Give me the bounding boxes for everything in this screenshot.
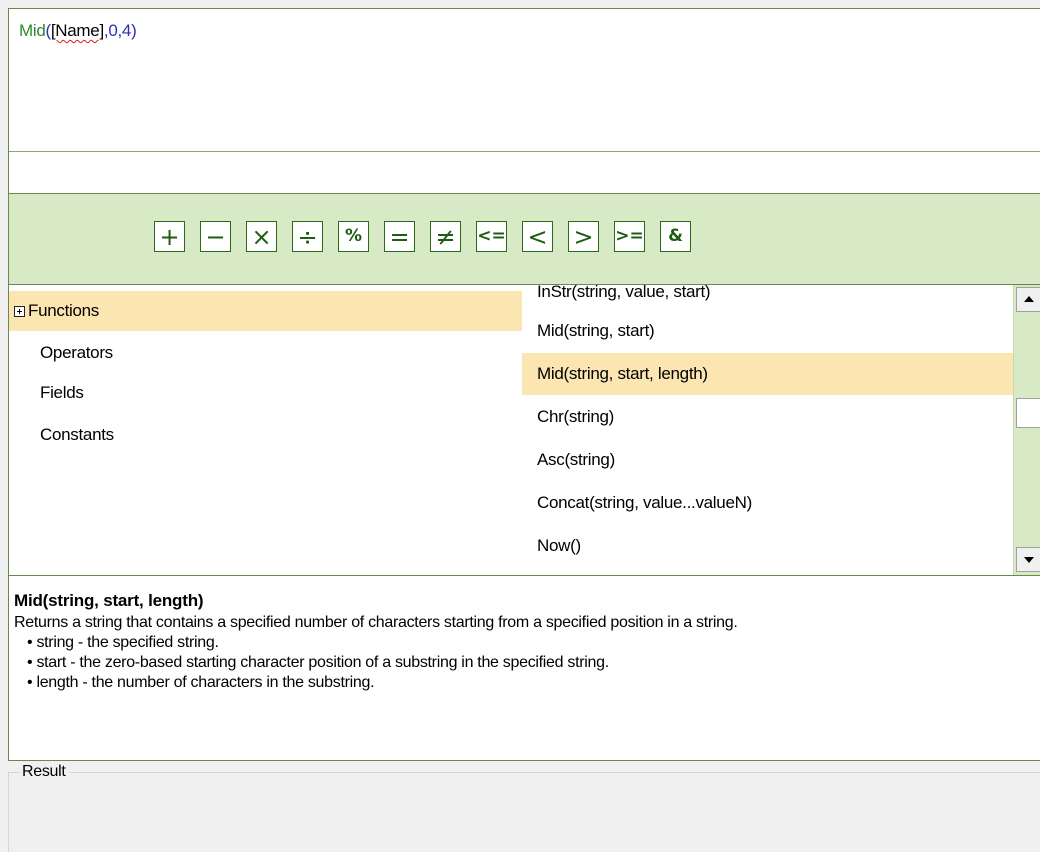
multiply-icon: × [251,222,272,251]
function-list-scrollbar[interactable] [1013,285,1040,575]
category-item-constants[interactable]: Constants [9,415,523,455]
percent-icon: % [344,226,363,246]
greater-or-equal-button[interactable]: >= [614,221,645,252]
expression-editor[interactable]: Mid([Name],0,4) [8,8,1040,194]
ampersand-button[interactable]: & [660,221,691,252]
greater-than-icon: > [573,222,594,251]
equals-button[interactable]: = [384,221,415,252]
scroll-up-icon[interactable] [1016,287,1040,312]
description-param: • start - the zero-based starting charac… [27,654,609,671]
expand-icon[interactable] [14,305,25,317]
equals-icon: = [389,222,410,251]
description-param: • length - the number of characters in t… [27,674,375,691]
category-label: Operators [40,343,113,362]
minus-icon: − [205,222,226,251]
scroll-thumb[interactable] [1016,398,1040,428]
function-item[interactable]: InStr(string, value, start) [522,285,1013,313]
less-or-equal-icon: <= [477,226,506,246]
ampersand-icon: & [668,226,683,246]
function-item[interactable]: Mid(string, start) [522,310,1013,352]
divide-button[interactable]: ÷ [292,221,323,252]
function-item[interactable]: Concat(string, value...valueN) [522,482,1013,524]
function-item[interactable]: Now() [522,525,1013,567]
less-or-equal-button[interactable]: <= [476,221,507,252]
not-equal-icon: ≠ [435,222,456,251]
category-label: Functions [28,301,100,320]
percent-button[interactable]: % [338,221,369,252]
function-item[interactable]: Asc(string) [522,439,1013,481]
operator-toolbar: + − × ÷ % = ≠ <= < > >= & [8,194,1040,285]
expression-close-paren: ) [131,21,137,40]
expression-text[interactable]: Mid([Name],0,4) [19,21,137,41]
function-list: InStr(string, value, start) Mid(string, … [522,285,1013,575]
expression-divider [9,151,1040,152]
category-item-fields[interactable]: Fields [9,373,523,413]
minus-button[interactable]: − [200,221,231,252]
result-label: Result [19,763,69,781]
expression-field-token: [Name] [50,21,104,40]
description-title: Mid(string, start, length) [14,591,204,610]
plus-button[interactable]: + [154,221,185,252]
divide-icon: ÷ [297,222,318,251]
not-equal-button[interactable]: ≠ [430,221,461,252]
category-item-functions[interactable]: Functions [9,291,523,331]
category-label: Constants [40,425,114,444]
category-item-operators[interactable]: Operators [9,333,523,373]
function-description: Mid(string, start, length) Returns a str… [8,575,1040,761]
category-label: Fields [40,383,84,402]
greater-than-button[interactable]: > [568,221,599,252]
less-than-button[interactable]: < [522,221,553,252]
less-than-icon: < [527,222,548,251]
result-group: Result [8,763,1040,852]
expression-function-token: Mid [19,21,46,40]
scroll-down-icon[interactable] [1016,547,1040,572]
function-item-selected[interactable]: Mid(string, start, length) [522,353,1013,395]
multiply-button[interactable]: × [246,221,277,252]
plus-icon: + [159,222,180,251]
greater-or-equal-icon: >= [615,226,644,246]
description-param: • string - the specified string. [27,634,219,651]
function-item[interactable]: Chr(string) [522,396,1013,438]
expression-number-token: 4 [121,21,132,40]
description-summary: Returns a string that contains a specifi… [14,614,738,631]
category-tree: Functions Operators Fields Constants [8,285,523,575]
